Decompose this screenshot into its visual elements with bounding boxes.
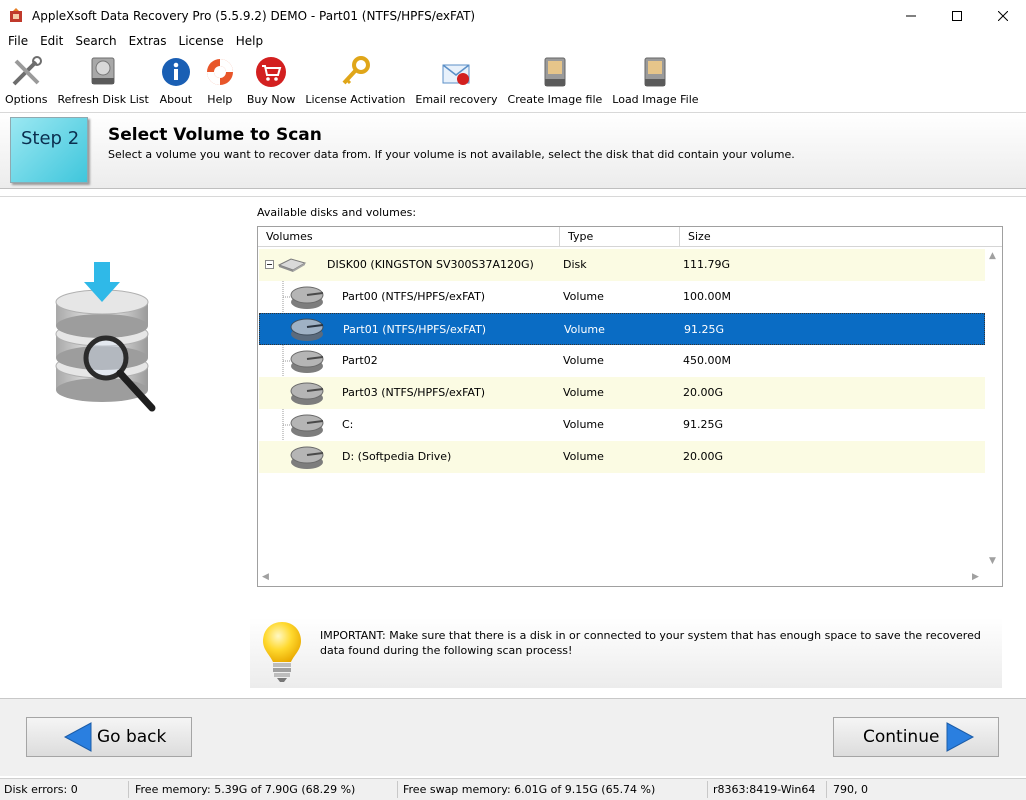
status-free-memory: Free memory: 5.39G of 7.90G (68.29 %): [135, 783, 356, 796]
buy-now-button[interactable]: Buy Now: [242, 52, 300, 106]
minimize-icon: [906, 15, 916, 16]
list-item[interactable]: C: Volume 91.25G: [259, 409, 985, 441]
license-activation-button[interactable]: License Activation: [300, 52, 410, 106]
about-button[interactable]: About: [154, 52, 198, 106]
go-back-button[interactable]: Go back: [26, 717, 192, 757]
step-title: Select Volume to Scan: [108, 125, 322, 145]
menu-search[interactable]: Search: [69, 34, 122, 48]
navigation-bar: Go back Continue: [0, 698, 1026, 776]
step-description: Select a volume you want to recover data…: [108, 148, 795, 161]
list-item[interactable]: D: (Softpedia Drive) Volume 20.00G: [259, 441, 985, 473]
window-controls: [888, 0, 1026, 31]
list-item[interactable]: Part00 (NTFS/HPFS/exFAT) Volume 100.00M: [259, 281, 985, 313]
important-notice: IMPORTANT: Make sure that there is a dis…: [250, 618, 1002, 688]
menu-file[interactable]: File: [2, 34, 34, 48]
app-icon: [10, 7, 22, 22]
maximize-icon: [952, 10, 962, 21]
column-size[interactable]: Size: [680, 227, 1002, 247]
scroll-down-icon[interactable]: ▼: [989, 556, 996, 566]
scroll-left-icon[interactable]: ◀: [262, 572, 269, 582]
arrow-left-icon: [63, 722, 92, 752]
continue-button[interactable]: Continue: [833, 717, 999, 757]
list-item-selected[interactable]: Part01 (NTFS/HPFS/exFAT) Volume 91.25G: [259, 313, 985, 345]
status-free-swap: Free swap memory: 6.01G of 9.15G (65.74 …: [403, 783, 656, 796]
horizontal-scrollbar[interactable]: ◀ ▶: [258, 569, 1002, 586]
minimize-button[interactable]: [888, 0, 934, 31]
toolbar: Options Refresh Disk List About Help Buy…: [0, 52, 1026, 108]
load-image-icon: [644, 57, 666, 87]
vertical-scrollbar[interactable]: ▲ ▼: [985, 247, 1002, 570]
hard-disk-icon: [277, 258, 307, 272]
status-disk-errors: Disk errors: 0: [4, 783, 78, 796]
menu-edit[interactable]: Edit: [34, 34, 69, 48]
email-recovery-button[interactable]: Email recovery: [410, 52, 502, 106]
step-header: Step 2 Select Volume to Scan Select a vo…: [0, 112, 1026, 189]
refresh-disk-list-button[interactable]: Refresh Disk List: [52, 52, 153, 106]
close-button[interactable]: [980, 0, 1026, 31]
options-button[interactable]: Options: [0, 52, 52, 106]
notice-text: IMPORTANT: Make sure that there is a dis…: [320, 629, 981, 657]
column-type[interactable]: Type: [560, 227, 680, 247]
close-icon: [998, 10, 1008, 21]
column-volumes[interactable]: Volumes: [258, 227, 560, 247]
title-bar: AppleXsoft Data Recovery Pro (5.5.9.2) D…: [0, 0, 1026, 31]
lightbulb-icon: [263, 622, 301, 682]
list-item[interactable]: DISK00 (KINGSTON SV300S37A120G) Disk 111…: [259, 249, 985, 281]
email-icon: [442, 64, 470, 85]
list-item[interactable]: Part03 (NTFS/HPFS/exFAT) Volume 20.00G: [259, 377, 985, 409]
volume-icon: [290, 318, 324, 341]
arrow-right-icon: [946, 722, 975, 752]
volume-icon: [290, 414, 324, 437]
menu-extras[interactable]: Extras: [123, 34, 173, 48]
available-disks-label: Available disks and volumes:: [257, 206, 417, 219]
menu-bar: File Edit Search Extras License Help: [0, 31, 1026, 51]
scroll-up-icon[interactable]: ▲: [989, 251, 996, 261]
help-button[interactable]: Help: [198, 52, 242, 106]
tools-icon: [12, 56, 43, 86]
scroll-right-icon[interactable]: ▶: [972, 572, 979, 582]
maximize-button[interactable]: [934, 0, 980, 31]
create-image-icon: [544, 57, 566, 87]
list-item[interactable]: Part02 Volume 450.00M: [259, 345, 985, 377]
disk-drive-icon: [91, 57, 115, 85]
shopping-cart-icon: [256, 57, 287, 87]
lifebuoy-icon: [206, 59, 233, 85]
info-icon: [161, 58, 190, 86]
disk-stack-search-icon: [55, 262, 156, 412]
volume-icon: [290, 350, 324, 373]
load-image-file-button[interactable]: Load Image File: [607, 52, 703, 106]
volume-list[interactable]: Volumes Type Size DISK00 (KINGSTON SV300…: [257, 226, 1003, 587]
collapse-icon[interactable]: [265, 260, 274, 269]
volume-icon: [290, 286, 324, 309]
key-icon: [342, 56, 371, 85]
status-coordinates: 790, 0: [833, 783, 868, 796]
menu-help[interactable]: Help: [230, 34, 269, 48]
list-header: Volumes Type Size: [258, 227, 1002, 247]
volume-icon: [290, 446, 324, 469]
step-badge: Step 2: [10, 117, 88, 183]
window-title: AppleXsoft Data Recovery Pro (5.5.9.2) D…: [32, 8, 476, 23]
create-image-file-button[interactable]: Create Image file: [503, 52, 608, 106]
status-bar: Disk errors: 0 Free memory: 5.39G of 7.9…: [0, 778, 1026, 800]
status-build: r8363:8419-Win64: [713, 783, 816, 796]
volume-icon: [290, 382, 324, 405]
menu-license[interactable]: License: [173, 34, 230, 48]
